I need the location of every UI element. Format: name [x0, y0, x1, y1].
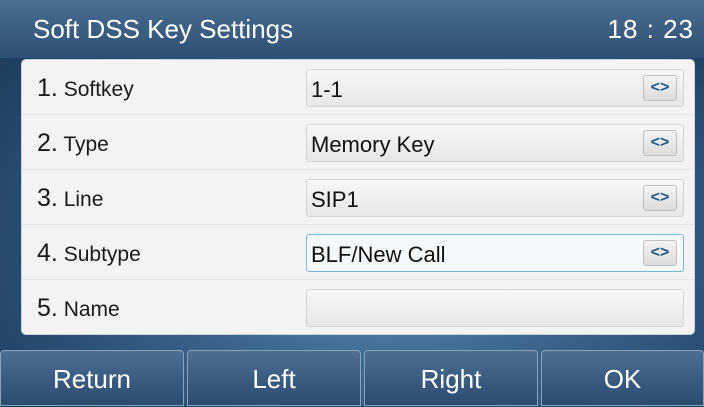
type-field[interactable]: Memory Key <> — [306, 124, 684, 162]
setting-value: SIP1 — [311, 187, 359, 212]
page-title: Soft DSS Key Settings — [33, 14, 294, 44]
setting-label: 2. Type — [37, 129, 109, 157]
setting-value: Memory Key — [311, 132, 435, 157]
setting-label: 1. Softkey — [37, 74, 134, 102]
softkey-field[interactable]: 1-1 <> — [306, 69, 684, 107]
switch-arrows-icon[interactable]: <> — [643, 185, 677, 211]
setting-row-type[interactable]: 2. Type Memory Key <> — [22, 115, 694, 170]
switch-arrows-icon[interactable]: <> — [643, 75, 677, 101]
name-input[interactable] — [306, 289, 684, 327]
left-button[interactable]: Left — [187, 350, 361, 406]
subtype-field[interactable]: BLF/New Call <> — [306, 234, 684, 272]
title-bar: Soft DSS Key Settings 18 : 23 — [0, 0, 704, 58]
settings-panel: 1. Softkey 1-1 <> 2. Type Memory Key <> … — [22, 60, 694, 334]
setting-row-line[interactable]: 3. Line SIP1 <> — [22, 170, 694, 225]
switch-arrows-icon[interactable]: <> — [643, 240, 677, 266]
setting-label: 3. Line — [37, 184, 104, 212]
setting-row-name[interactable]: 5. Name — [22, 280, 694, 334]
setting-value: 1-1 — [311, 77, 343, 102]
setting-label: 5. Name — [37, 294, 120, 322]
softkey-bar: Return Left Right OK — [0, 350, 704, 406]
return-button[interactable]: Return — [0, 350, 184, 406]
switch-arrows-icon[interactable]: <> — [643, 130, 677, 156]
ok-button[interactable]: OK — [541, 350, 704, 406]
setting-label: 4. Subtype — [37, 239, 141, 267]
clock: 18 : 23 — [607, 14, 694, 44]
setting-row-subtype[interactable]: 4. Subtype BLF/New Call <> — [22, 225, 694, 280]
setting-value: BLF/New Call — [311, 242, 446, 267]
setting-row-softkey[interactable]: 1. Softkey 1-1 <> — [22, 60, 694, 115]
right-button[interactable]: Right — [364, 350, 538, 406]
line-field[interactable]: SIP1 <> — [306, 179, 684, 217]
